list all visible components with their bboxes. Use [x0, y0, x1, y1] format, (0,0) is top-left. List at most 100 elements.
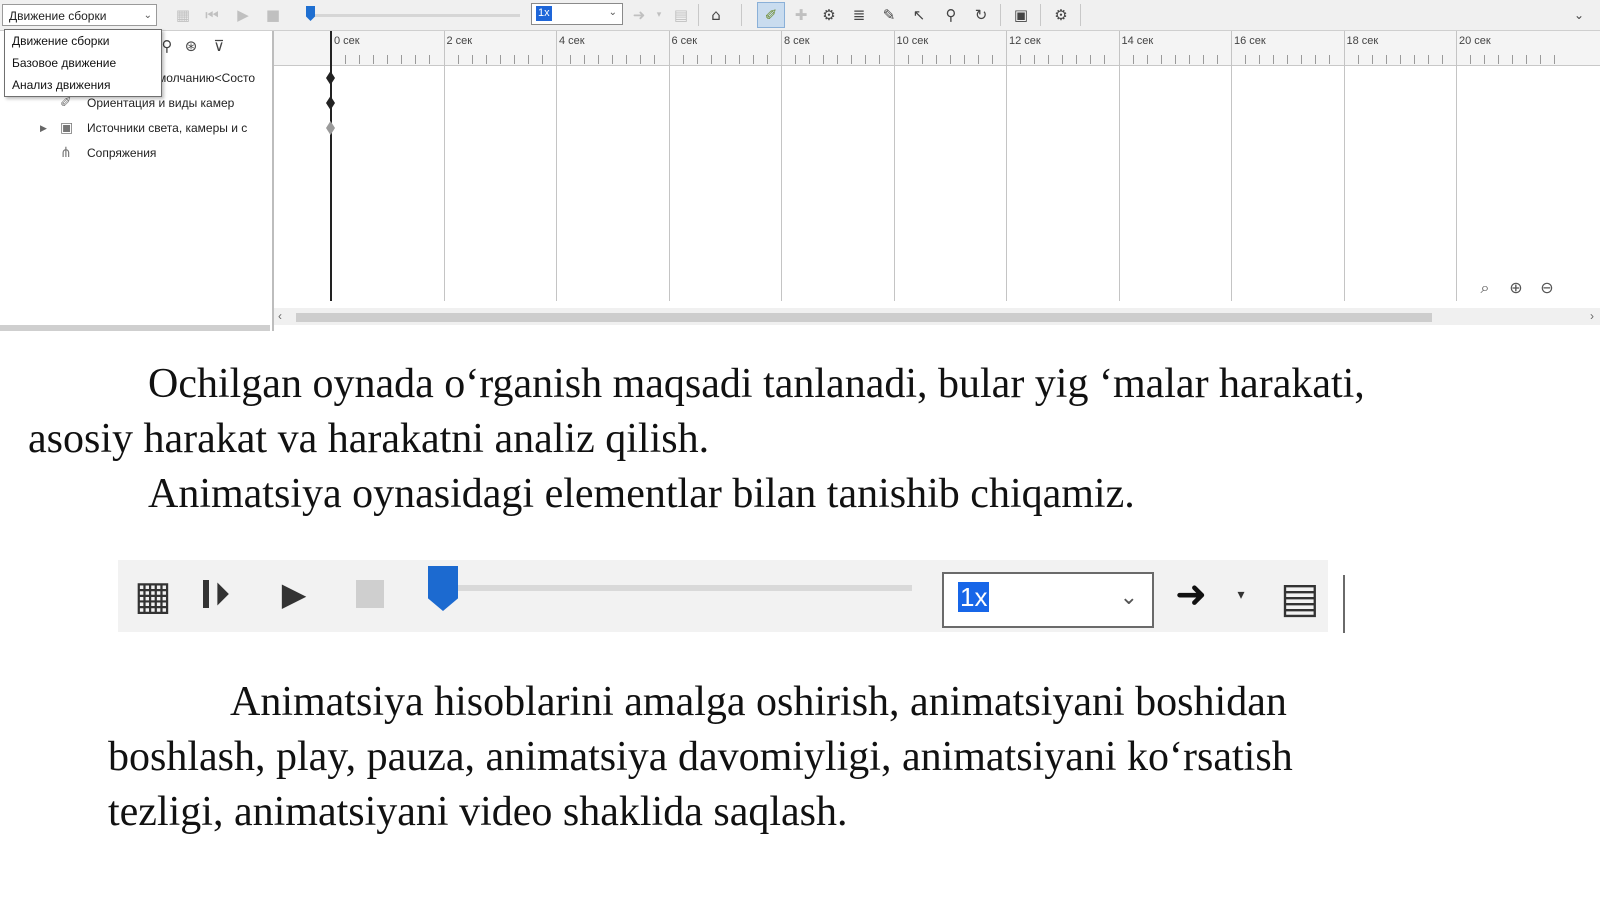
force-icon[interactable]: ↖ [908, 4, 930, 26]
chevron-down-icon: ⌄ [143, 10, 152, 21]
slider-thumb[interactable] [306, 6, 315, 21]
animation-speed-select[interactable]: 1x ⌄ [942, 572, 1154, 628]
play-icon[interactable]: ▶ [232, 4, 254, 26]
autokey-icon: ✐ [764, 6, 778, 24]
timeline-minor-tick [1385, 55, 1387, 64]
gravity-icon[interactable]: ↻ [970, 4, 992, 26]
timeline-minor-tick [963, 55, 965, 64]
settings-icon[interactable]: ⊛ [180, 35, 202, 57]
timeline-minor-tick [1301, 55, 1303, 64]
calculate-icon[interactable]: ▦ [172, 4, 194, 26]
timeline-tick-label: 10 сек [896, 35, 929, 47]
arrow-right-icon[interactable]: ➜ [1168, 574, 1214, 614]
timeline-minor-tick [584, 55, 586, 64]
timeline-minor-tick [1104, 55, 1106, 64]
play-icon[interactable]: ▶ [272, 572, 316, 616]
timeline-minor-tick [359, 55, 361, 64]
arrow-right-icon[interactable]: ➜ [628, 4, 650, 26]
paragraph-3-line-1: Animatsiya hisoblarini amalga oshirish, … [230, 679, 1287, 725]
funnel-icon[interactable]: ⊽ [208, 35, 230, 57]
timeline-gridline [556, 31, 557, 301]
timeline-minor-tick [1357, 55, 1359, 64]
study-type-option[interactable]: Базовое движение [5, 52, 161, 74]
timeline-gridline [1456, 31, 1457, 301]
contact-icon[interactable]: ⚲ [940, 4, 962, 26]
timeline-gridline [1343, 31, 1345, 301]
chevron-down-icon[interactable]: ⌄ [1568, 4, 1590, 26]
damper-icon[interactable]: ✎ [878, 4, 900, 26]
timeline-minor-tick [457, 55, 459, 64]
play-from-start-icon[interactable]: ⏮ [201, 4, 223, 26]
slider-track [310, 14, 520, 17]
timeline-minor-tick [1484, 55, 1486, 64]
motion-study-screenshot: Движение сборки ⌄ ▦ ⏮ ▶ ■ 1x ⌄ ➜ ▾ ▤ ⌂ ✐… [0, 0, 1600, 333]
timeline-minor-tick [949, 55, 951, 64]
film-save-icon[interactable]: ▤ [1272, 572, 1328, 624]
paragraph-2: Animatsiya oynasidagi elementlar bilan t… [148, 471, 1135, 517]
add-key-icon[interactable]: ✚ [790, 4, 812, 26]
timeline-gridline [668, 31, 670, 301]
animation-slider-track[interactable] [452, 585, 912, 591]
folder-icon: ▣ [60, 120, 74, 136]
zoom-to-fit-icon[interactable]: ⌕ [1472, 275, 1498, 301]
study-type-option[interactable]: Движение сборки [5, 30, 161, 52]
play-from-start-bar [203, 580, 209, 608]
scroll-left-icon[interactable]: ‹ [278, 308, 282, 325]
mates-icon: ⋔ [60, 145, 72, 161]
stop-icon[interactable]: ■ [262, 4, 284, 26]
dropdown-arrow-icon[interactable]: ▾ [648, 4, 670, 26]
results-icon[interactable]: ▣ [1010, 4, 1032, 26]
toolbar-divider [741, 4, 742, 26]
timeline-minor-tick [1315, 55, 1317, 64]
timeline-minor-tick [527, 55, 529, 64]
study-type-option[interactable]: Анализ движения [5, 74, 161, 96]
timeline-minor-tick [1132, 55, 1134, 64]
timeline-minor-tick [387, 55, 389, 64]
timeline-slider[interactable] [302, 4, 524, 26]
timeline-gridline [1006, 31, 1007, 301]
timeline-tick-label: 6 сек [671, 35, 698, 47]
zoom-in-icon[interactable]: ⊕ [1503, 275, 1529, 301]
timeline-minor-tick [837, 55, 839, 64]
timeline-minor-tick [1498, 55, 1500, 64]
key-point[interactable] [326, 96, 335, 110]
timeline-minor-tick [1188, 55, 1190, 64]
timeline-minor-tick [541, 55, 543, 64]
timeline-minor-tick [1146, 55, 1148, 64]
timeline-minor-tick [570, 55, 572, 64]
motor-icon[interactable]: ⚙ [818, 4, 840, 26]
table-gear-icon[interactable]: ▦ [128, 570, 178, 622]
timeline-ruler[interactable]: 0 сек 2 сек 4 сек 6 сек 8 сек 10 сек 12 сек 14 … [274, 31, 1600, 66]
timeline-area[interactable]: 0 сек 2 сек 4 сек 6 сек 8 сек 10 сек 12 сек 14 … [274, 31, 1600, 331]
timeline-minor-tick [612, 55, 614, 64]
timeline-tick-label: 14 сек [1121, 35, 1154, 47]
timeline-minor-tick [907, 55, 909, 64]
timeline-minor-tick [977, 55, 979, 64]
timeline-minor-tick [766, 55, 768, 64]
study-type-select[interactable]: Движение сборки ⌄ [2, 4, 157, 26]
expand-arrow-icon[interactable]: ▶ [40, 117, 47, 139]
film-save-icon[interactable]: ▤ [670, 4, 692, 26]
toolbar-divider [1080, 4, 1081, 26]
spring-icon[interactable]: ≣ [848, 4, 870, 26]
timeline-minor-tick [1160, 55, 1162, 64]
dropdown-arrow-icon[interactable]: ▾ [1232, 586, 1250, 604]
timeline-minor-tick [1202, 55, 1204, 64]
timeline-minor-tick [696, 55, 698, 64]
study-type-dropdown: Движение сборки Базовое движение Анализ … [4, 29, 162, 97]
tree-scrollbar[interactable] [0, 325, 270, 331]
timeline-minor-tick [1259, 55, 1261, 64]
playback-speed-select[interactable]: 1x ⌄ [531, 3, 623, 25]
animation-wizard-icon[interactable]: ⌂ [705, 4, 727, 26]
key-point[interactable] [326, 121, 335, 135]
gear-icon[interactable]: ⚙ [1050, 4, 1072, 26]
timeline-minor-tick [626, 55, 628, 64]
key-point[interactable] [326, 71, 335, 85]
scrollbar-thumb[interactable] [296, 313, 1432, 322]
stop-icon[interactable] [356, 580, 384, 608]
zoom-out-icon[interactable]: ⊖ [1534, 275, 1560, 301]
scroll-right-icon[interactable]: › [1590, 308, 1594, 325]
timeline-minor-tick [879, 55, 881, 64]
timeline-scrollbar[interactable]: ‹ › [274, 308, 1600, 325]
timeline-minor-tick [1371, 55, 1373, 64]
